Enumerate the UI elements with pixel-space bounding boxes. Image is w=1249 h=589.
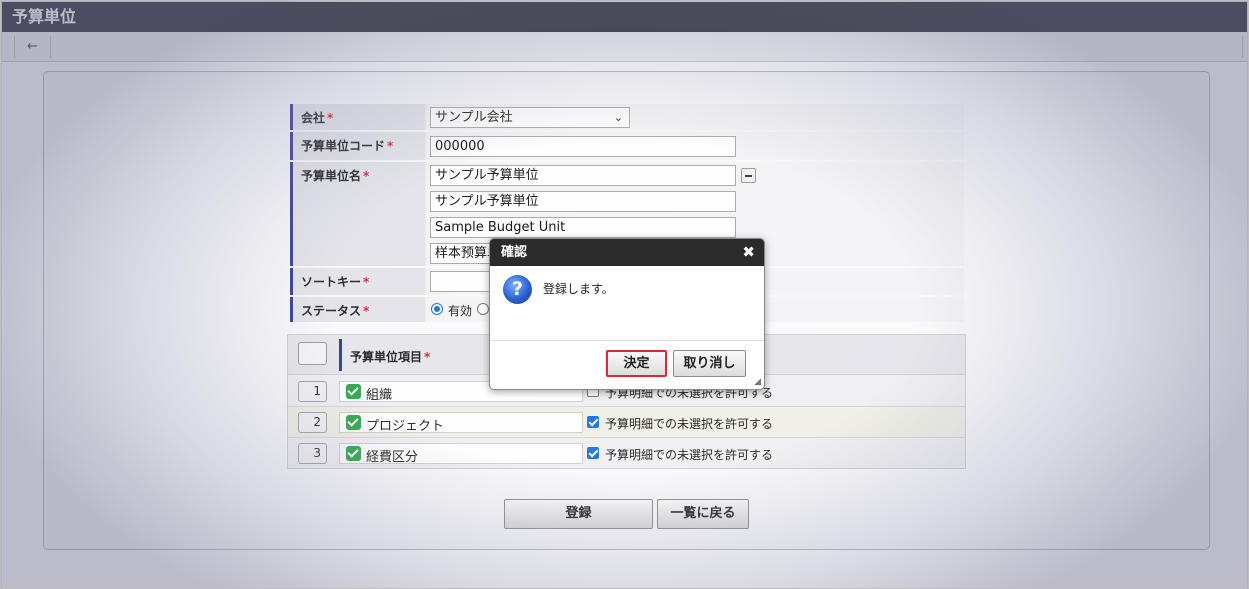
allow-unselected-checkbox[interactable]: [587, 416, 599, 428]
row-number-button[interactable]: 3: [298, 443, 327, 464]
dialog-message: 登録します。: [543, 282, 614, 296]
status-label: ステータス *: [290, 297, 425, 322]
item-check-icon[interactable]: [346, 446, 361, 461]
item-check-icon[interactable]: [346, 415, 361, 430]
item-name-box: 経費区分: [339, 443, 583, 465]
dialog-header: 確認 ✖: [490, 239, 764, 266]
sort-key-label: ソートキー *: [290, 268, 425, 295]
name-input-ja[interactable]: サンプル予算単位: [430, 165, 736, 186]
code-row: 予算単位コード * 000000: [290, 132, 964, 160]
item-check-icon[interactable]: [346, 384, 361, 399]
resize-grip-icon[interactable]: ◢: [754, 377, 761, 387]
code-input[interactable]: 000000: [430, 136, 736, 157]
cancel-button[interactable]: 取り消し: [673, 350, 746, 377]
name-input-ja-2[interactable]: サンプル予算単位: [430, 191, 736, 212]
select-all-box[interactable]: [298, 342, 327, 365]
chevron-down-icon: ⌄: [613, 111, 623, 124]
status-active-label: 有効: [448, 304, 473, 318]
name-label: 予算単位名 *: [290, 162, 425, 266]
allow-unselected-checkbox[interactable]: [587, 447, 599, 459]
back-arrow-icon[interactable]: ←: [14, 36, 51, 58]
register-button[interactable]: 登録: [504, 499, 653, 529]
item-name: プロジェクト: [366, 419, 445, 434]
allow-unselected-label: 予算明細での未選択を許可する: [605, 417, 774, 431]
ok-button[interactable]: 決定: [606, 350, 667, 377]
items-header-label: 予算単位項目 *: [339, 339, 430, 371]
dialog-divider: [490, 340, 764, 341]
app-window: 予算単位 ← 会社 * サンプル会社 ⌄ 予算単位コード * 000000 予算単位…: [0, 0, 1249, 589]
confirm-dialog: 確認 ✖ ? 登録します。 決定 取り消し ◢: [489, 238, 765, 390]
company-row: 会社 * サンプル会社 ⌄: [290, 104, 964, 130]
back-to-list-button[interactable]: 一覧に戻る: [657, 499, 749, 529]
company-label: 会社 *: [290, 104, 425, 130]
toolbar-divider: [1242, 36, 1243, 58]
status-inactive-radio[interactable]: [477, 303, 489, 315]
dialog-title: 確認: [501, 245, 528, 260]
table-row: 3 経費区分 予算明細での未選択を許可する: [288, 438, 965, 469]
name-input-en[interactable]: Sample Budget Unit: [430, 217, 736, 238]
status-active-radio[interactable]: [431, 303, 443, 315]
company-select[interactable]: サンプル会社 ⌄: [430, 107, 630, 128]
item-name: 経費区分: [366, 450, 419, 465]
question-icon: ?: [503, 275, 532, 304]
toolbar: ←: [2, 32, 1247, 62]
page-title: 予算単位: [2, 2, 1247, 32]
minus-icon[interactable]: [741, 168, 756, 183]
code-label: 予算単位コード *: [290, 132, 425, 160]
table-row: 2 プロジェクト 予算明細での未選択を許可する: [288, 407, 965, 438]
item-name: 組織: [366, 388, 393, 403]
allow-unselected-label: 予算明細での未選択を許可する: [605, 448, 774, 462]
close-icon[interactable]: ✖: [742, 239, 755, 266]
item-name-box: プロジェクト: [339, 412, 583, 434]
row-number-button[interactable]: 2: [298, 412, 327, 433]
row-number-button[interactable]: 1: [298, 381, 327, 402]
